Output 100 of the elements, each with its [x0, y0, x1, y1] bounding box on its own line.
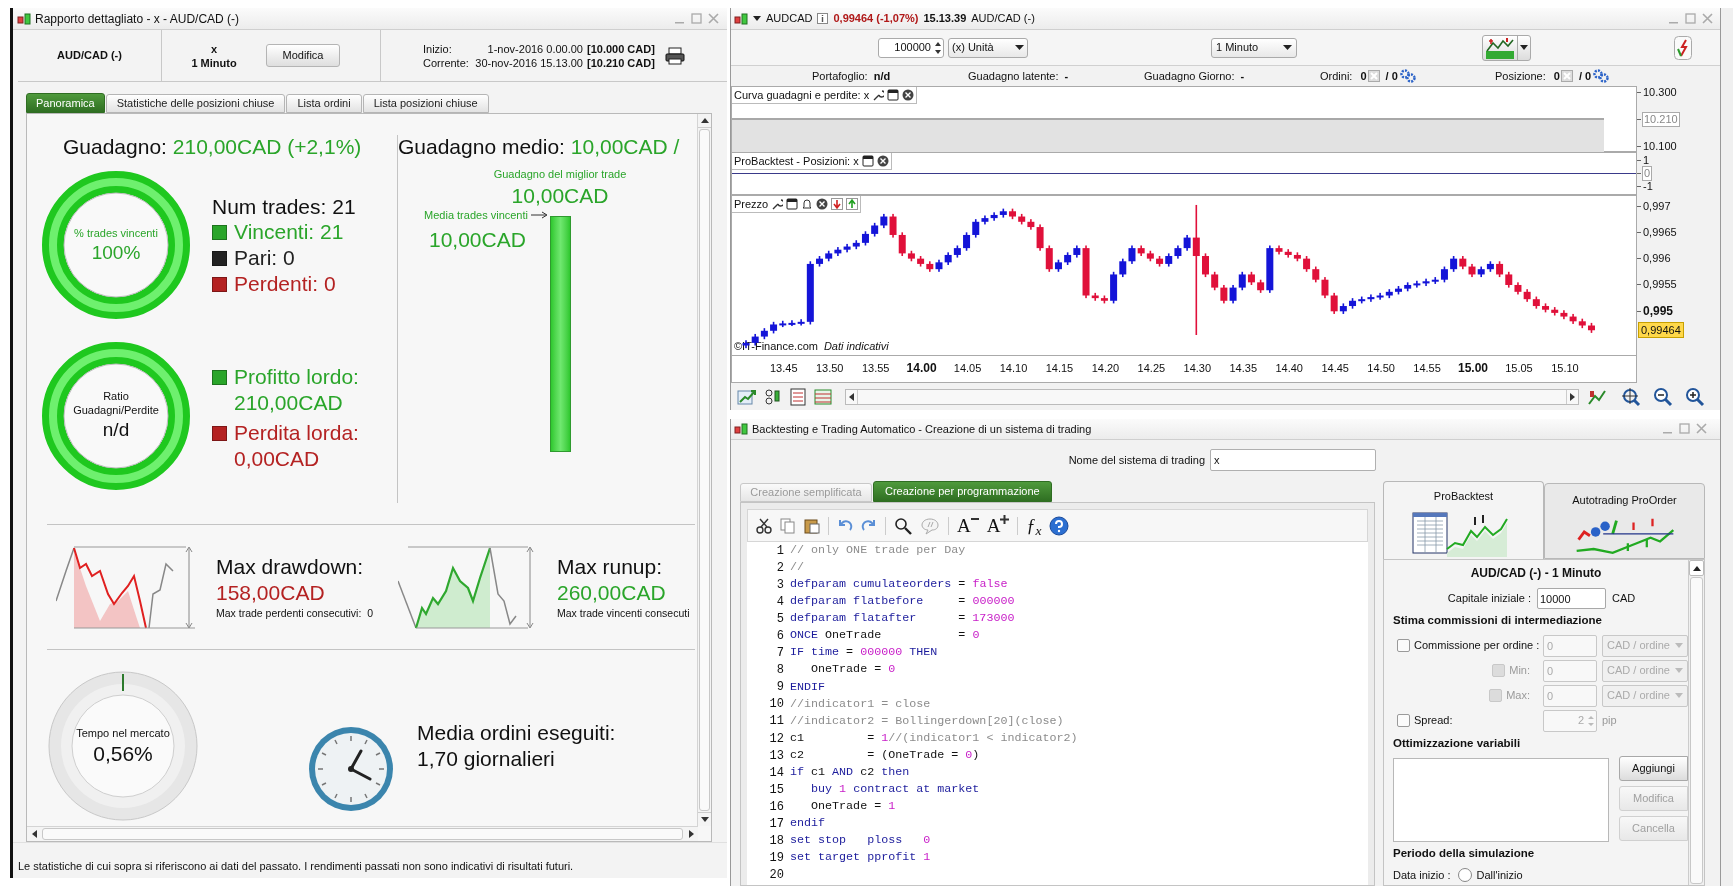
- line-number: 10: [768, 696, 785, 714]
- axis-label: 14.35: [1228, 361, 1258, 376]
- up-arrow-icon[interactable]: [846, 198, 859, 210]
- code-line: defparam flatbefore = 000000: [790, 593, 1015, 611]
- printer-icon[interactable]: [664, 46, 685, 65]
- timeframe-dropdown[interactable]: 1 Minuto: [1211, 37, 1297, 58]
- counter-value: / 0: [1385, 68, 1398, 84]
- chart-tool-button[interactable]: [1482, 34, 1531, 61]
- copy-icon[interactable]: [780, 517, 796, 534]
- zoom-out-icon[interactable]: [1653, 386, 1673, 407]
- caret-icon: [1520, 45, 1528, 50]
- candlestick: [1431, 277, 1439, 284]
- window-icon[interactable]: [887, 89, 900, 101]
- code-line: defparam flatafter = 173000: [790, 610, 1015, 628]
- caret-icon[interactable]: [1015, 44, 1024, 51]
- axis-label: 15.05: [1504, 361, 1534, 376]
- gross-label: Profitto lordo:: [234, 364, 359, 390]
- period-capital: [10.000 CAD]: [587, 41, 655, 56]
- line-number: 13: [768, 747, 785, 765]
- tab[interactable]: Creazione per programmazione: [873, 481, 1052, 502]
- spread-unit: pip: [1602, 713, 1617, 729]
- function-button[interactable]: ƒ$_{x}$: [1026, 514, 1042, 537]
- axis-label: 15.10: [1550, 361, 1580, 376]
- axis-label: 13.55: [860, 361, 891, 376]
- table-icon[interactable]: [813, 387, 833, 406]
- clear-icon[interactable]: [1367, 70, 1380, 82]
- indicator-icon[interactable]: [763, 387, 783, 406]
- clear-icon[interactable]: [1560, 70, 1573, 82]
- close-icon[interactable]: [816, 198, 829, 210]
- gears-icon[interactable]: [1399, 69, 1416, 83]
- code-line: buy 1 contract at market: [810, 781, 980, 799]
- tab[interactable]: Autotrading ProOrder: [1544, 483, 1705, 559]
- axis-label: 14.00: [905, 361, 938, 376]
- zoom-fit-icon[interactable]: [1621, 386, 1641, 407]
- section-title: Periodo della simulazione: [1393, 846, 1535, 862]
- maximize-icon[interactable]: [1685, 13, 1696, 24]
- gears-icon[interactable]: [1593, 69, 1610, 83]
- axis-label: 14.20: [1090, 361, 1121, 376]
- close-icon[interactable]: [876, 155, 889, 167]
- axis-label: 14.05: [952, 361, 983, 376]
- counter-label: Posizione:: [1495, 68, 1546, 84]
- spinner-icon[interactable]: [934, 40, 942, 55]
- maximize-icon[interactable]: [1679, 423, 1690, 435]
- line-number: 6: [775, 628, 785, 645]
- stat-value: n/d: [873, 68, 891, 84]
- checkbox[interactable]: [1397, 639, 1410, 652]
- system-name: x: [210, 41, 218, 56]
- wrench-icon[interactable]: [771, 198, 784, 210]
- maximize-icon[interactable]: [691, 13, 702, 24]
- radio-button[interactable]: [1458, 868, 1473, 882]
- axis-label: 10.100: [1642, 139, 1678, 153]
- font-decrease-button[interactable]: A: [957, 514, 979, 537]
- checkbox[interactable]: [1397, 714, 1410, 727]
- vertical-scrollbar[interactable]: [697, 114, 711, 826]
- comment-icon[interactable]: [920, 516, 940, 535]
- instrument-label: AUD/CAD (-): [57, 48, 122, 64]
- vertical-scrollbar[interactable]: [1688, 560, 1704, 885]
- disclaimer-text: Le statistiche di cui sopra si riferiscono ai dati del passato. I rendimenti passati non sono indicativi di risultati futuri.: [18, 860, 574, 872]
- code-line: // only ONE trade per Day: [790, 541, 966, 559]
- info-icon[interactable]: [817, 13, 829, 24]
- modify-button[interactable]: Modifica: [266, 44, 340, 67]
- chart-scrollbar[interactable]: [845, 388, 1579, 405]
- zoom-in-icon[interactable]: [1685, 386, 1705, 407]
- code-line: //indicator2 = Bollingerdown[20](close): [790, 712, 1064, 730]
- wrench-icon[interactable]: [872, 89, 885, 101]
- unit-dropdown[interactable]: (x) Unità: [948, 37, 1028, 58]
- legend-text: Vincenti: 21: [234, 219, 344, 245]
- plus-icon: [1000, 514, 1010, 524]
- caret-icon[interactable]: [1283, 44, 1292, 51]
- tab[interactable]: Statistiche delle posizioni chiuse: [105, 94, 286, 113]
- tab[interactable]: Panoramica: [26, 93, 105, 113]
- caret-icon[interactable]: [753, 15, 761, 22]
- window-icon[interactable]: [786, 198, 799, 210]
- tab[interactable]: Lista posizioni chiuse: [362, 94, 489, 113]
- horizontal-scrollbar[interactable]: [27, 826, 698, 841]
- capital-unit: CAD: [1612, 591, 1636, 607]
- refresh-icon[interactable]: [1674, 35, 1692, 60]
- trend-arrow-icon[interactable]: [737, 387, 757, 406]
- quantity-field[interactable]: 100000: [878, 37, 944, 58]
- axis-label: 10.210: [1642, 111, 1680, 127]
- option-button[interactable]: Aggiungi: [1619, 756, 1688, 781]
- radio-label: Dall'inizio: [1476, 867, 1523, 883]
- down-arrow-icon[interactable]: [831, 198, 844, 210]
- tab[interactable]: ProBacktest: [1383, 481, 1544, 559]
- close-icon[interactable]: [902, 89, 915, 101]
- system-name-field[interactable]: x: [1210, 449, 1376, 472]
- font-increase-button[interactable]: A: [986, 514, 1010, 537]
- window-icon[interactable]: [861, 155, 874, 167]
- tab[interactable]: Lista ordini: [286, 94, 362, 113]
- capital-field[interactable]: 10000: [1537, 588, 1606, 609]
- code-line: c2 = (OneTrade = 0): [790, 746, 980, 764]
- search-icon[interactable]: [894, 516, 912, 535]
- scissors-icon[interactable]: [756, 517, 772, 534]
- gross-value: 0,00CAD: [234, 446, 321, 472]
- list-icon[interactable]: [789, 387, 807, 406]
- candlestick: [1551, 307, 1559, 316]
- paste-icon[interactable]: [804, 517, 820, 534]
- bell-icon[interactable]: [801, 198, 814, 210]
- variables-list[interactable]: [1393, 758, 1609, 842]
- help-icon[interactable]: [1049, 515, 1070, 536]
